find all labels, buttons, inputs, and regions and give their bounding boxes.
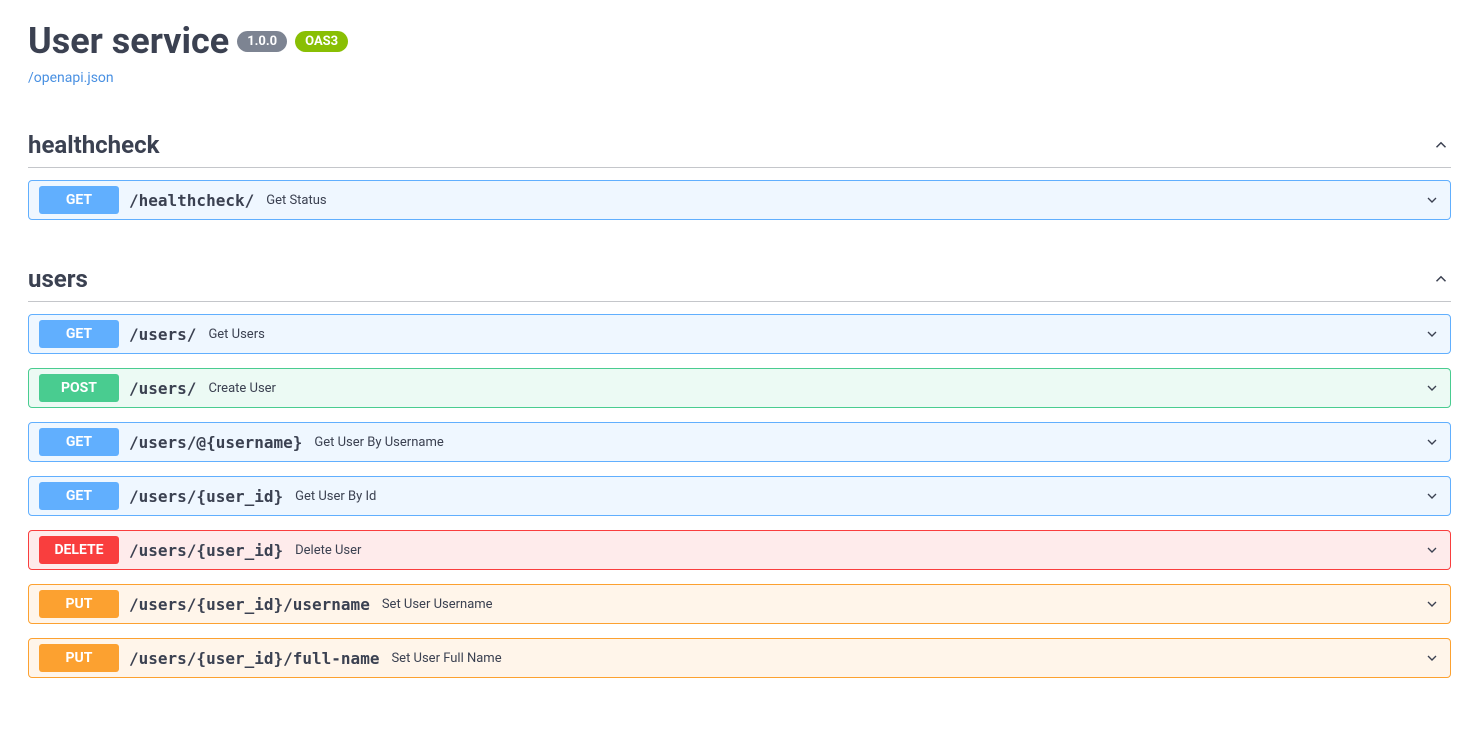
operation-row[interactable]: GET/healthcheck/Get Status — [28, 180, 1451, 220]
tag-header[interactable]: healthcheck — [28, 131, 1451, 168]
chevron-down-icon — [1424, 326, 1440, 342]
chevron-down-icon — [1424, 488, 1440, 504]
tag-section-users: users GET/users/Get Users POST/users/Creat… — [28, 265, 1451, 678]
api-header: User service 1.0.0 OAS3 — [28, 20, 1451, 62]
operation-summary: Delete User — [295, 543, 361, 558]
operation-path: /users/{user_id}/username — [129, 595, 370, 614]
chevron-down-icon — [1424, 650, 1440, 666]
operation-row[interactable]: GET/users/@{username} Get User By Usernam… — [28, 422, 1451, 462]
method-badge: GET — [39, 482, 119, 510]
method-badge: PUT — [39, 590, 119, 618]
oas-badge: OAS3 — [295, 31, 348, 52]
version-badge: 1.0.0 — [237, 31, 287, 52]
method-badge: GET — [39, 320, 119, 348]
method-badge: GET — [39, 186, 119, 214]
operation-path: /healthcheck/ — [129, 191, 254, 210]
spec-link[interactable]: /openapi.json — [28, 70, 1451, 86]
chevron-down-icon — [1424, 192, 1440, 208]
operation-summary: Get User By Username — [314, 435, 443, 450]
method-badge: DELETE — [39, 536, 119, 564]
operation-row[interactable]: GET/users/{user_id} Get User By Id — [28, 476, 1451, 516]
operation-list: GET/healthcheck/Get Status — [28, 180, 1451, 220]
operation-list: GET/users/Get Users POST/users/Create Use… — [28, 314, 1451, 678]
operation-row[interactable]: PUT/users/{user_id}/full-name Set User Fu… — [28, 638, 1451, 678]
api-title: User service — [28, 20, 229, 62]
operation-path: /users/{user_id}/full-name — [129, 649, 379, 668]
tag-name: users — [28, 265, 88, 293]
operation-summary: Set User Full Name — [391, 651, 501, 666]
method-badge: PUT — [39, 644, 119, 672]
operation-row[interactable]: PUT/users/{user_id}/username Set User Use… — [28, 584, 1451, 624]
tag-name: healthcheck — [28, 131, 159, 159]
operation-path: /users/ — [129, 325, 196, 344]
operation-summary: Get User By Id — [295, 489, 376, 504]
operation-summary: Get Status — [266, 193, 326, 208]
operation-row[interactable]: DELETE/users/{user_id} Delete User — [28, 530, 1451, 570]
tag-section-healthcheck: healthcheck GET/healthcheck/Get Status — [28, 131, 1451, 220]
chevron-up-icon — [1431, 135, 1451, 155]
chevron-down-icon — [1424, 434, 1440, 450]
tag-header[interactable]: users — [28, 265, 1451, 302]
method-badge: GET — [39, 428, 119, 456]
operation-summary: Create User — [208, 381, 276, 396]
chevron-down-icon — [1424, 596, 1440, 612]
operation-path: /users/{user_id} — [129, 541, 283, 560]
operation-row[interactable]: GET/users/Get Users — [28, 314, 1451, 354]
operation-summary: Set User Username — [382, 597, 493, 612]
operation-summary: Get Users — [208, 327, 264, 342]
method-badge: POST — [39, 374, 119, 402]
operation-path: /users/ — [129, 379, 196, 398]
chevron-up-icon — [1431, 269, 1451, 289]
chevron-down-icon — [1424, 380, 1440, 396]
operation-path: /users/@{username} — [129, 433, 302, 452]
operation-path: /users/{user_id} — [129, 487, 283, 506]
operation-row[interactable]: POST/users/Create User — [28, 368, 1451, 408]
chevron-down-icon — [1424, 542, 1440, 558]
